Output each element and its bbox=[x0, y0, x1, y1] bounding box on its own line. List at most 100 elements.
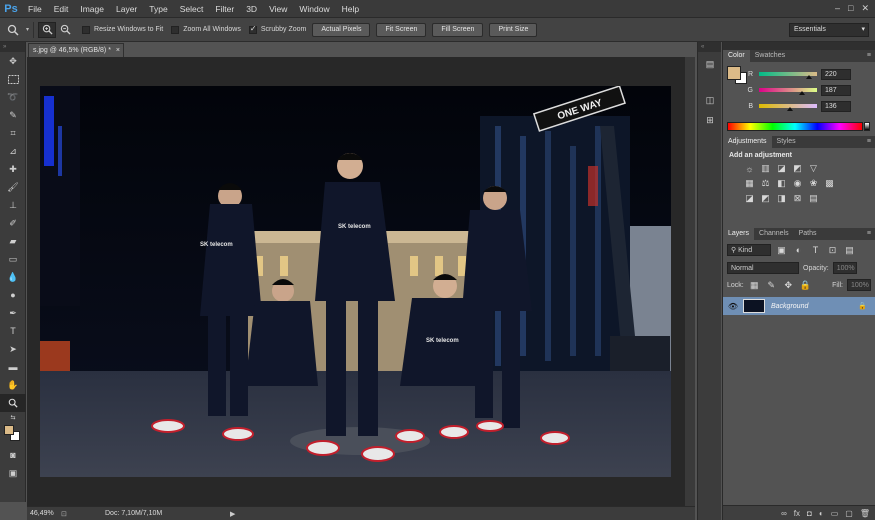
shape-filter-icon[interactable]: ⊡ bbox=[826, 245, 839, 256]
menu-image[interactable]: Image bbox=[74, 0, 110, 18]
menu-filter[interactable]: Filter bbox=[209, 0, 240, 18]
photo-filter-icon[interactable]: ◉ bbox=[791, 178, 804, 189]
opacity-input[interactable]: 100% bbox=[832, 262, 857, 274]
delete-layer-icon[interactable]: 🗑 bbox=[860, 509, 870, 518]
vibrance-icon[interactable]: ▽ bbox=[807, 163, 820, 174]
type-filter-icon[interactable]: T bbox=[809, 245, 822, 256]
move-tool-icon[interactable]: ✥ bbox=[0, 52, 26, 70]
preset-chevron-icon[interactable]: ▾ bbox=[26, 26, 29, 33]
checkbox-box[interactable] bbox=[82, 25, 91, 34]
tab-paths[interactable]: Paths bbox=[794, 228, 822, 240]
green-slider[interactable] bbox=[759, 88, 817, 95]
quick-select-tool-icon[interactable]: ✎ bbox=[0, 106, 26, 124]
lasso-tool-icon[interactable]: ➰ bbox=[0, 88, 26, 106]
scrubby-zoom-checkbox[interactable]: Scrubby Zoom bbox=[248, 24, 306, 34]
zoom-tool-icon[interactable] bbox=[0, 394, 26, 412]
black-white-icon[interactable]: ◧ bbox=[775, 178, 788, 189]
tab-color[interactable]: Color bbox=[723, 50, 750, 62]
gradient-map-icon[interactable]: ▤ bbox=[807, 193, 820, 204]
tab-layers[interactable]: Layers bbox=[723, 228, 755, 240]
foreground-color-swatch[interactable] bbox=[4, 425, 14, 435]
add-mask-icon[interactable]: ◘ bbox=[807, 509, 812, 518]
path-select-tool-icon[interactable]: ➤ bbox=[0, 340, 26, 358]
zoom-level[interactable]: 46,49% bbox=[27, 510, 61, 517]
menu-view[interactable]: View bbox=[263, 0, 293, 18]
maximize-button[interactable]: □ bbox=[848, 3, 853, 14]
lock-image-icon[interactable]: ✎ bbox=[765, 280, 778, 291]
red-value[interactable]: 220 bbox=[821, 68, 851, 80]
healing-brush-tool-icon[interactable]: ✚ bbox=[0, 160, 26, 178]
layer-thumbnail[interactable] bbox=[743, 299, 765, 313]
history-brush-tool-icon[interactable]: ✐ bbox=[0, 214, 26, 232]
channel-mixer-icon[interactable]: ❀ bbox=[807, 178, 820, 189]
smart-filter-icon[interactable]: ▤ bbox=[843, 245, 856, 256]
menu-select[interactable]: Select bbox=[174, 0, 210, 18]
menu-type[interactable]: Type bbox=[143, 0, 173, 18]
checkbox-box[interactable] bbox=[171, 25, 180, 34]
fit-screen-button[interactable]: Fit Screen bbox=[376, 22, 427, 37]
green-slider-thumb[interactable] bbox=[798, 91, 805, 95]
screen-mode-icon[interactable]: ▣ bbox=[0, 464, 26, 482]
blue-value[interactable]: 136 bbox=[821, 100, 851, 112]
document-tab[interactable]: s.jpg @ 46,5% (RGB/8) * × bbox=[28, 43, 124, 57]
crop-tool-icon[interactable]: ⌗ bbox=[0, 124, 26, 142]
menu-file[interactable]: File bbox=[22, 0, 48, 18]
panel-menu-icon[interactable]: ≡ bbox=[867, 228, 875, 240]
tab-channels[interactable]: Channels bbox=[754, 228, 794, 240]
blue-slider[interactable] bbox=[759, 104, 817, 111]
eraser-tool-icon[interactable]: ▰ bbox=[0, 232, 26, 250]
panel-menu-icon[interactable]: ≡ bbox=[867, 136, 875, 148]
shape-tool-icon[interactable]: ▬ bbox=[0, 358, 26, 376]
new-group-icon[interactable]: ▭ bbox=[831, 509, 839, 518]
close-tab-icon[interactable]: × bbox=[116, 44, 120, 58]
red-slider[interactable] bbox=[759, 72, 817, 79]
layer-kind-filter[interactable]: ⚲ Kind bbox=[727, 244, 771, 256]
strip-collapse-icon[interactable]: « bbox=[698, 42, 721, 52]
tab-adjustments[interactable]: Adjustments bbox=[723, 136, 772, 148]
menu-window[interactable]: Window bbox=[293, 0, 335, 18]
checkbox-box[interactable] bbox=[248, 24, 257, 34]
quick-mask-icon[interactable]: ◙ bbox=[0, 446, 26, 464]
zoom-in-icon[interactable] bbox=[38, 21, 57, 38]
tab-styles[interactable]: Styles bbox=[772, 136, 801, 148]
status-menu-arrow-icon[interactable]: ▶ bbox=[230, 510, 235, 518]
document-image[interactable]: ONE WAY SK telecom SK telecom SK telecom bbox=[40, 86, 671, 477]
black-white-ramp[interactable] bbox=[864, 122, 870, 131]
layer-style-icon[interactable]: fx bbox=[794, 509, 800, 518]
new-adjustment-icon[interactable]: ◐ bbox=[819, 509, 824, 518]
export-icon[interactable]: ⊡ bbox=[61, 510, 73, 518]
color-spectrum-ramp[interactable] bbox=[727, 122, 863, 131]
link-layers-icon[interactable]: ∞ bbox=[781, 509, 787, 518]
menu-help[interactable]: Help bbox=[336, 0, 365, 18]
properties-panel-icon[interactable]: ◫ bbox=[698, 92, 722, 108]
marquee-tool-icon[interactable] bbox=[0, 70, 26, 88]
vertical-scrollbar[interactable] bbox=[685, 57, 695, 506]
dodge-tool-icon[interactable]: ● bbox=[0, 286, 26, 304]
brush-tool-icon[interactable]: 🖌 bbox=[0, 178, 26, 196]
lock-all-icon[interactable]: 🔒 bbox=[799, 280, 812, 291]
layer-name[interactable]: Background bbox=[771, 303, 808, 310]
color-fg-swatch[interactable] bbox=[727, 66, 741, 80]
zoom-out-icon[interactable] bbox=[56, 22, 74, 38]
panel-menu-icon[interactable]: ≡ bbox=[867, 50, 875, 62]
gradient-tool-icon[interactable]: ▭ bbox=[0, 250, 26, 268]
color-balance-icon[interactable]: ⚖ bbox=[759, 178, 772, 189]
menu-3d[interactable]: 3D bbox=[240, 0, 263, 18]
tools-collapse-icon[interactable]: » bbox=[0, 42, 25, 52]
curves-icon[interactable]: ◪ bbox=[775, 163, 788, 174]
history-panel-icon[interactable]: ▤ bbox=[698, 56, 722, 72]
pixel-filter-icon[interactable]: ▣ bbox=[775, 245, 788, 256]
zoom-all-checkbox[interactable]: Zoom All Windows bbox=[171, 25, 241, 34]
blend-mode-select[interactable]: Normal bbox=[727, 262, 799, 274]
hue-saturation-icon[interactable]: ▦ bbox=[743, 178, 756, 189]
new-layer-icon[interactable]: ▢ bbox=[845, 509, 853, 518]
print-size-button[interactable]: Print Size bbox=[489, 22, 538, 37]
blur-tool-icon[interactable]: 💧 bbox=[0, 268, 26, 286]
menu-edit[interactable]: Edit bbox=[48, 0, 75, 18]
tab-swatches[interactable]: Swatches bbox=[750, 50, 790, 62]
swap-colors-icon[interactable]: ⇆ bbox=[0, 412, 26, 422]
fill-screen-button[interactable]: Fill Screen bbox=[432, 22, 484, 37]
menu-layer[interactable]: Layer bbox=[110, 0, 143, 18]
clone-stamp-tool-icon[interactable]: ⊥ bbox=[0, 196, 26, 214]
workspace-select[interactable]: Essentials bbox=[789, 22, 869, 37]
